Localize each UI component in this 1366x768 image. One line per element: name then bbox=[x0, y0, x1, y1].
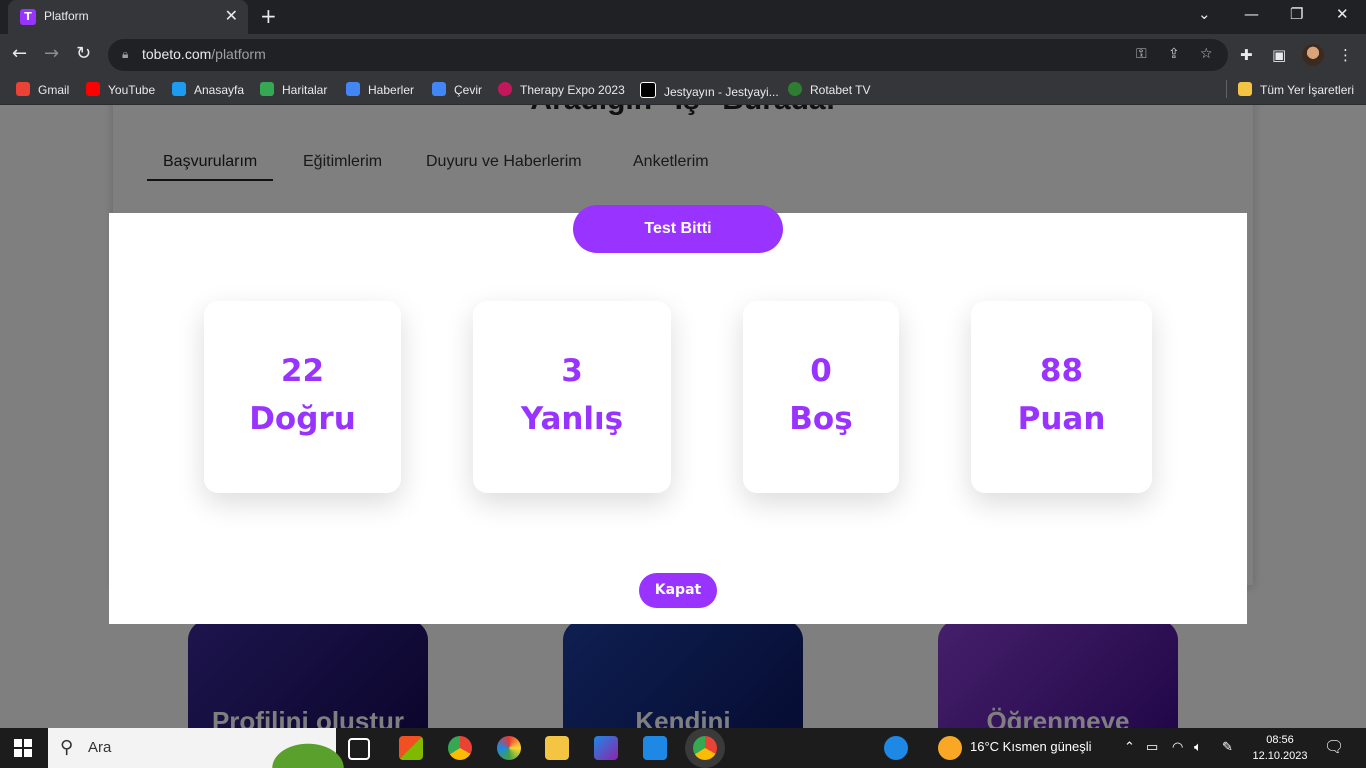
search-highlight-art bbox=[258, 734, 358, 768]
back-arrow-icon[interactable]: ← bbox=[12, 44, 27, 64]
side-panel-icon[interactable]: ▣ bbox=[1272, 46, 1286, 64]
url-host: tobeto.com bbox=[142, 46, 212, 62]
weather-text[interactable]: 16°C Kısmen güneşli bbox=[970, 739, 1092, 754]
minimize-icon[interactable]: — bbox=[1244, 5, 1259, 23]
copilot-icon[interactable] bbox=[594, 736, 618, 760]
windows-start-icon[interactable] bbox=[14, 739, 32, 757]
youtube-icon bbox=[86, 82, 100, 96]
stat-value: 88 bbox=[1039, 353, 1084, 389]
weather-icon[interactable] bbox=[938, 736, 962, 760]
gmail-icon bbox=[16, 82, 30, 96]
stat-label: Yanlış bbox=[520, 401, 624, 437]
browser-tab[interactable]: T Platform ✕ bbox=[8, 0, 248, 34]
bookmark-label: Jestyayın - Jestyayi... bbox=[664, 85, 779, 99]
stat-label: Boş bbox=[789, 401, 853, 437]
all-bookmarks[interactable]: Tüm Yer İşaretleri bbox=[1238, 82, 1354, 97]
stat-card-dogru: 22 Doğru bbox=[204, 301, 401, 493]
all-bookmarks-label: Tüm Yer İşaretleri bbox=[1260, 83, 1355, 97]
stat-card-puan: 88 Puan bbox=[971, 301, 1152, 493]
forward-arrow-icon[interactable]: → bbox=[44, 44, 59, 64]
modal-title: Test Bitti bbox=[573, 205, 783, 253]
bookmark-label: Anasayfa bbox=[194, 83, 245, 97]
bookmark-label: YouTube bbox=[108, 83, 156, 97]
clock-date: 12.10.2023 bbox=[1252, 750, 1308, 762]
browser-titlebar: T Platform ✕ + ⌄ — ❐ ✕ bbox=[0, 0, 1366, 34]
wifi-icon[interactable]: ◠ bbox=[1172, 739, 1183, 755]
vscode-icon[interactable] bbox=[643, 736, 667, 760]
tab-title: Platform bbox=[44, 9, 89, 23]
twitter-icon bbox=[172, 82, 186, 96]
url-path: /platform bbox=[211, 46, 266, 62]
windows-taskbar: ⚲ Ara 16°C Kısmen güneşli ⌃ ▭ ◠ 🔈︎ ✎ 08:… bbox=[0, 728, 1366, 768]
tab-search-chevron-icon[interactable]: ⌄ bbox=[1198, 5, 1211, 23]
bookmarks-separator bbox=[1226, 80, 1227, 98]
bookmark-cevir[interactable]: Çevir bbox=[432, 82, 482, 97]
bookmark-label: Haberler bbox=[368, 83, 415, 97]
bookmark-youtube[interactable]: YouTube bbox=[86, 82, 155, 97]
bookmark-haberler[interactable]: Haberler bbox=[346, 82, 414, 97]
volume-icon[interactable]: 🔈︎ bbox=[1194, 739, 1202, 755]
stat-value: 22 bbox=[280, 353, 325, 389]
microsoft-store-icon[interactable] bbox=[399, 736, 423, 760]
stat-label: Doğru bbox=[249, 401, 356, 437]
jestyayin-icon bbox=[640, 82, 656, 98]
browser-toolbar: ← → ↻ 🔒︎ tobeto.com/platform ⚿ ⇪ ☆ ✚ ▣ ⋮ bbox=[0, 34, 1366, 76]
file-explorer-icon[interactable] bbox=[545, 736, 569, 760]
extensions-puzzle-icon[interactable]: ✚ bbox=[1240, 46, 1253, 64]
bookmark-star-icon[interactable]: ☆ bbox=[1200, 46, 1213, 62]
bookmark-label: Haritalar bbox=[282, 83, 328, 97]
close-button[interactable]: Kapat bbox=[639, 573, 717, 608]
photos-icon[interactable] bbox=[497, 736, 521, 760]
folder-icon bbox=[1238, 82, 1252, 96]
task-view-icon[interactable] bbox=[348, 738, 370, 760]
clock[interactable]: 08:56 12.10.2023 bbox=[1250, 732, 1310, 764]
profile-avatar[interactable] bbox=[1302, 44, 1324, 66]
help-icon[interactable] bbox=[884, 736, 908, 760]
bookmark-anasayfa[interactable]: Anasayfa bbox=[172, 82, 244, 97]
bookmark-rotabet[interactable]: Rotabet TV bbox=[788, 82, 870, 97]
share-icon[interactable]: ⇪ bbox=[1168, 46, 1180, 62]
stat-value: 0 bbox=[810, 353, 832, 389]
bookmark-label: Çevir bbox=[454, 83, 483, 97]
restore-icon[interactable]: ❐ bbox=[1290, 5, 1303, 23]
new-tab-icon[interactable]: + bbox=[260, 4, 277, 28]
bookmark-label: Rotabet TV bbox=[810, 83, 871, 97]
more-menu-icon[interactable]: ⋮ bbox=[1338, 46, 1353, 64]
stat-card-bos: 0 Boş bbox=[743, 301, 899, 493]
stat-label: Puan bbox=[1017, 401, 1106, 437]
maps-icon bbox=[260, 82, 274, 96]
bookmark-therapy-expo[interactable]: Therapy Expo 2023 bbox=[498, 82, 625, 97]
bookmark-jestyayin[interactable]: Jestyayın - Jestyayi... bbox=[640, 82, 779, 99]
key-icon[interactable]: ⚿ bbox=[1136, 46, 1147, 62]
stat-value: 3 bbox=[561, 353, 583, 389]
search-icon: ⚲ bbox=[60, 737, 74, 758]
clock-time: 08:56 bbox=[1266, 734, 1294, 746]
window-close-icon[interactable]: ✕ bbox=[1336, 5, 1349, 23]
reload-icon[interactable]: ↻ bbox=[76, 44, 91, 64]
bookmarks-bar: Gmail YouTube Anasayfa Haritalar Haberle… bbox=[0, 76, 1366, 105]
battery-icon[interactable]: ▭ bbox=[1146, 739, 1158, 755]
bookmark-label: Gmail bbox=[38, 83, 70, 97]
stat-card-yanlis: 3 Yanlış bbox=[473, 301, 671, 493]
address-bar[interactable]: 🔒︎ tobeto.com/platform ⚿ ⇪ ☆ bbox=[108, 39, 1228, 71]
therapy-expo-icon bbox=[498, 82, 512, 96]
bookmark-haritalar[interactable]: Haritalar bbox=[260, 82, 327, 97]
search-placeholder: Ara bbox=[88, 739, 112, 756]
chrome-profile-icon[interactable] bbox=[693, 736, 717, 760]
translate-icon bbox=[432, 82, 446, 96]
notifications-icon[interactable]: 🗨︎ bbox=[1324, 737, 1344, 757]
url-text: tobeto.com/platform bbox=[142, 46, 266, 62]
tab-close-icon[interactable]: ✕ bbox=[225, 7, 238, 25]
news-icon bbox=[346, 82, 360, 96]
bookmark-gmail[interactable]: Gmail bbox=[16, 82, 69, 97]
chevron-up-icon[interactable]: ⌃ bbox=[1124, 739, 1135, 755]
chrome-icon[interactable] bbox=[448, 736, 472, 760]
lock-icon: 🔒︎ bbox=[122, 47, 129, 61]
pen-icon[interactable]: ✎ bbox=[1222, 739, 1233, 755]
tobeto-favicon-icon: T bbox=[20, 9, 36, 25]
rotabet-icon bbox=[788, 82, 802, 96]
bookmark-label: Therapy Expo 2023 bbox=[520, 83, 625, 97]
taskbar-search[interactable]: ⚲ Ara bbox=[48, 728, 358, 768]
